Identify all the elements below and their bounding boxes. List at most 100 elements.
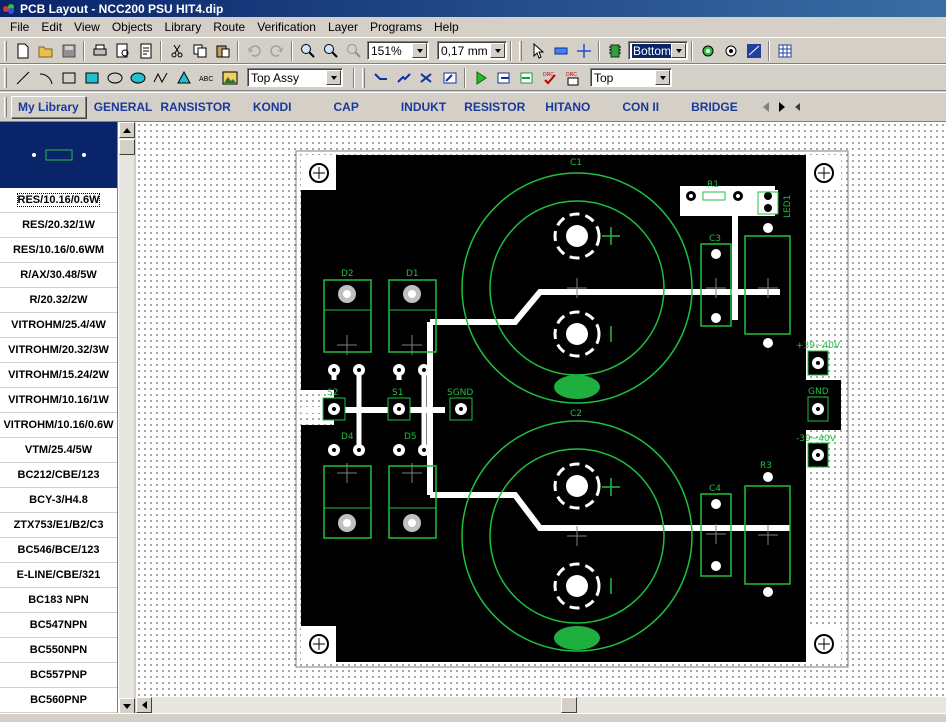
component-list-item[interactable]: RES/10.16/0.6W	[0, 188, 117, 213]
cut-icon[interactable]	[165, 40, 188, 62]
copy-icon[interactable]	[188, 40, 211, 62]
new-file-icon[interactable]	[11, 40, 34, 62]
terminal-sgnd[interactable]: SGND	[447, 388, 473, 421]
toolbar-chevron-icon[interactable]	[790, 99, 806, 115]
ellipse-tool-icon[interactable]	[103, 67, 126, 89]
component-list-item[interactable]: VITROHM/10.16/0.6W	[0, 413, 117, 438]
toolbar-grip[interactable]	[362, 67, 365, 88]
polyline-tool-icon[interactable]	[149, 67, 172, 89]
component-list-item[interactable]: RES/20.32/1W	[0, 213, 117, 238]
component-list-item[interactable]: BC546/BCE/123	[0, 538, 117, 563]
zoom-fit-icon[interactable]	[342, 40, 365, 62]
component-list-item[interactable]: VITROHM/20.32/3W	[0, 338, 117, 363]
autoroute-icon[interactable]	[742, 40, 765, 62]
menu-layer[interactable]: Layer	[322, 20, 364, 34]
via-icon[interactable]	[719, 40, 742, 62]
select-pointer-icon[interactable]	[526, 40, 549, 62]
menu-verification[interactable]: Verification	[251, 20, 322, 34]
grid-icon[interactable]	[773, 40, 796, 62]
route-cut-icon[interactable]	[415, 67, 438, 89]
arc-tool-icon[interactable]	[34, 67, 57, 89]
zoom-in-icon[interactable]	[296, 40, 319, 62]
canvas-horizontal-scrollbar[interactable]	[136, 696, 946, 713]
pad-icon[interactable]	[696, 40, 719, 62]
component-list-item[interactable]: BCY-3/H4.8	[0, 488, 117, 513]
print-icon[interactable]	[88, 40, 111, 62]
tab-transistor[interactable]: RANSISTOR	[154, 96, 236, 118]
scroll-up-icon[interactable]	[119, 122, 135, 138]
menu-file[interactable]: File	[4, 20, 35, 34]
filled-ellipse-icon[interactable]	[126, 67, 149, 89]
zoom-select[interactable]: 151%	[367, 41, 429, 60]
route-layer-select[interactable]: Top	[590, 68, 672, 87]
export-icon[interactable]	[492, 67, 515, 89]
rectangle-tool-icon[interactable]	[57, 67, 80, 89]
menu-view[interactable]: View	[68, 20, 106, 34]
zoom-out-icon[interactable]	[319, 40, 342, 62]
image-tool-icon[interactable]	[218, 67, 241, 89]
scroll-left-icon[interactable]	[136, 697, 152, 713]
component-list-item[interactable]: BC547NPN	[0, 613, 117, 638]
toolbar-grip[interactable]	[519, 40, 522, 61]
tab-hitano[interactable]: HITANO	[539, 96, 596, 118]
component-list-item[interactable]: R/AX/30.48/5W	[0, 263, 117, 288]
import-icon[interactable]	[515, 67, 538, 89]
chevron-down-icon[interactable]	[671, 43, 686, 58]
tab-my-library[interactable]: My Library	[11, 96, 86, 118]
component-list-item[interactable]: E-LINE/CBE/321	[0, 563, 117, 588]
tab-kondi[interactable]: KONDI	[247, 96, 298, 118]
line-width-select[interactable]: 0,17 mm	[437, 41, 507, 60]
save-icon[interactable]	[57, 40, 80, 62]
run-icon[interactable]	[469, 67, 492, 89]
page-setup-icon[interactable]	[134, 40, 157, 62]
paste-icon[interactable]	[211, 40, 234, 62]
menu-route[interactable]: Route	[207, 20, 251, 34]
component-list-item[interactable]: VITROHM/10.16/1W	[0, 388, 117, 413]
terminal-gnd[interactable]: GND	[807, 387, 829, 422]
scroll-thumb[interactable]	[119, 139, 135, 155]
h-scroll-thumb[interactable]	[561, 697, 577, 713]
route-bend-icon[interactable]	[392, 67, 415, 89]
component-list-item[interactable]: RES/10.16/0.6WM	[0, 238, 117, 263]
component-list-item[interactable]: BC212/CBE/123	[0, 463, 117, 488]
tab-scroll-right-icon[interactable]	[774, 99, 790, 115]
drc-report-icon[interactable]: DRC	[561, 67, 584, 89]
print-preview-icon[interactable]	[111, 40, 134, 62]
component-list-item[interactable]: VITROHM/25.4/4W	[0, 313, 117, 338]
toolbar-grip[interactable]	[4, 97, 7, 117]
component-list-item[interactable]: BC183 NPN	[0, 588, 117, 613]
chip-icon[interactable]	[603, 40, 626, 62]
toolbar-grip[interactable]	[4, 40, 7, 61]
place-component-icon[interactable]	[549, 40, 572, 62]
tab-con-ii[interactable]: CON II	[616, 96, 665, 118]
tab-general[interactable]: GENERAL	[88, 96, 159, 118]
pcb-canvas[interactable]: C1 C2 C3 C4 R1 LED1 R3 +39~40V GND -39~4…	[136, 122, 946, 696]
pcb-board-drawing[interactable]: C1 C2 C3 C4 R1 LED1 R3 +39~40V GND -39~4…	[136, 122, 946, 696]
tab-resistor[interactable]: RESISTOR	[458, 96, 531, 118]
text-tool-icon[interactable]: ABC	[195, 67, 218, 89]
chevron-down-icon[interactable]	[412, 43, 427, 58]
component-list-item[interactable]: BC557PNP	[0, 663, 117, 688]
tab-cap[interactable]: CAP	[327, 96, 364, 118]
route-edit-icon[interactable]	[438, 67, 461, 89]
scroll-down-icon[interactable]	[119, 698, 135, 714]
menu-edit[interactable]: Edit	[35, 20, 68, 34]
menu-help[interactable]: Help	[428, 20, 465, 34]
layer-select[interactable]: Bottom	[628, 41, 688, 60]
chevron-down-icon[interactable]	[326, 70, 341, 85]
line-tool-icon[interactable]	[11, 67, 34, 89]
crosshair-icon[interactable]	[572, 40, 595, 62]
toolbar-grip[interactable]	[4, 67, 7, 88]
undo-icon[interactable]	[242, 40, 265, 62]
component-list-item[interactable]: BC550NPN	[0, 638, 117, 663]
component-list-item[interactable]: R/20.32/2W	[0, 288, 117, 313]
tab-scroll-left-icon[interactable]	[758, 99, 774, 115]
component-list-item[interactable]: ZTX753/E1/B2/C3	[0, 513, 117, 538]
route-track-icon[interactable]	[369, 67, 392, 89]
chevron-down-icon[interactable]	[655, 70, 670, 85]
menu-programs[interactable]: Programs	[364, 20, 428, 34]
menu-objects[interactable]: Objects	[106, 20, 159, 34]
chevron-down-icon[interactable]	[490, 43, 505, 58]
menu-library[interactable]: Library	[159, 20, 208, 34]
component-list-item[interactable]: BC560PNP	[0, 688, 117, 713]
